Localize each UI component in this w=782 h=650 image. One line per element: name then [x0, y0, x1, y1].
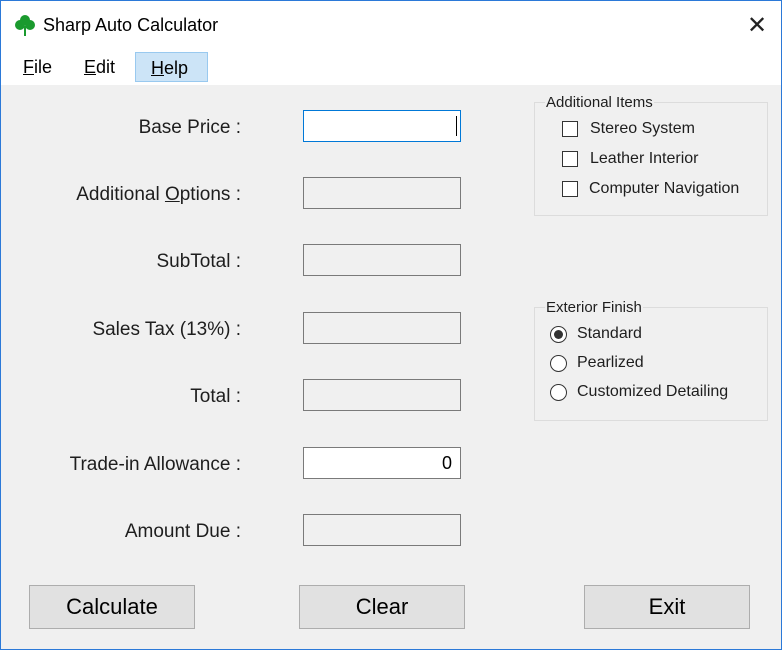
menu-bar: File Edit Help — [1, 49, 781, 85]
stereo-system-checkbox[interactable] — [562, 121, 578, 137]
amount-due-output — [303, 514, 461, 546]
text-caret — [456, 116, 457, 136]
clover-icon — [15, 15, 35, 36]
clear-button[interactable]: Clear — [299, 585, 465, 629]
additional-options-label-pre: Additional — [76, 184, 165, 205]
close-button[interactable]: ✕ — [736, 5, 778, 45]
additional-options-label: Additional Options : — [76, 184, 241, 206]
leather-interior-checkbox[interactable] — [562, 151, 578, 167]
menu-file[interactable]: File — [15, 52, 60, 82]
sales-tax-output — [303, 312, 461, 344]
subtotal-output — [303, 244, 461, 276]
computer-navigation-checkbox[interactable] — [562, 181, 578, 197]
computer-navigation-label[interactable]: Computer Navigation — [589, 180, 739, 198]
subtotal-label: SubTotal : — [156, 251, 242, 272]
standard-radio[interactable] — [550, 326, 567, 343]
menu-file-label: ile — [34, 57, 53, 77]
exit-button[interactable]: Exit — [584, 585, 750, 629]
menu-help-mnemonic: H — [151, 58, 164, 78]
calculate-button[interactable]: Calculate — [29, 585, 195, 629]
pearlized-radio[interactable] — [550, 355, 567, 372]
trade-in-label: Trade-in Allowance : — [69, 454, 241, 475]
amount-due-label: Amount Due : — [124, 521, 241, 542]
total-label: Total : — [190, 386, 241, 407]
leather-interior-label[interactable]: Leather Interior — [590, 150, 699, 168]
menu-help-label: elp — [164, 58, 189, 78]
menu-edit-mnemonic: E — [84, 57, 97, 77]
menu-help[interactable]: Help — [135, 52, 208, 82]
additional-options-output — [303, 177, 461, 209]
additional-items-title: Additional Items — [546, 94, 653, 111]
exterior-finish-group: Exterior Finish — [534, 299, 768, 421]
menu-edit-label: dit — [96, 57, 116, 77]
additional-options-mnemonic: O — [164, 184, 180, 205]
radio-selected-dot — [554, 330, 563, 339]
customized-detailing-label[interactable]: Customized Detailing — [577, 383, 728, 401]
title-bar: Sharp Auto Calculator ✕ — [1, 1, 781, 49]
pearlized-label[interactable]: Pearlized — [577, 354, 644, 372]
app-window: Sharp Auto Calculator ✕ File Edit Help B… — [0, 0, 782, 650]
customized-detailing-radio[interactable] — [550, 384, 567, 401]
trade-in-input[interactable]: 0 — [303, 447, 461, 479]
base-price-label: Base Price : — [138, 117, 241, 138]
window-title: Sharp Auto Calculator — [43, 15, 219, 35]
menu-file-mnemonic: F — [23, 57, 34, 77]
additional-options-label-post: ptions : — [179, 184, 241, 205]
total-output — [303, 379, 461, 411]
menu-edit[interactable]: Edit — [76, 52, 123, 82]
standard-label[interactable]: Standard — [577, 325, 642, 343]
base-price-input[interactable] — [303, 110, 461, 142]
sales-tax-label: Sales Tax (13%) : — [92, 319, 241, 340]
exterior-finish-title: Exterior Finish — [546, 299, 642, 316]
stereo-system-label[interactable]: Stereo System — [590, 120, 695, 138]
